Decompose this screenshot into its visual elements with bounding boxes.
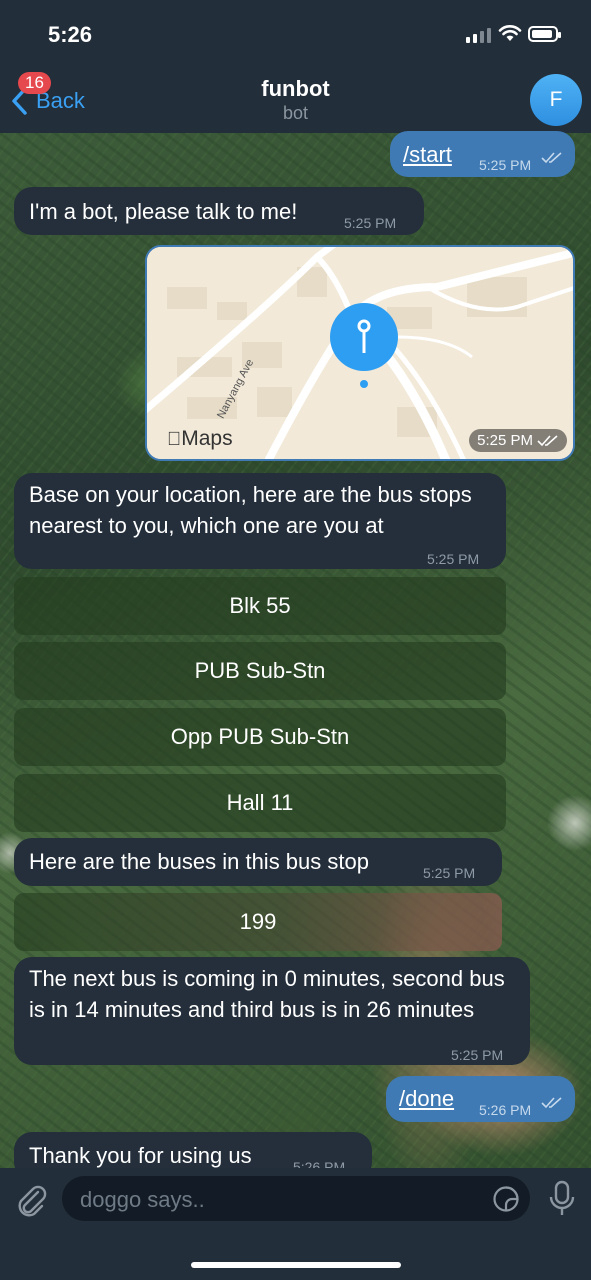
command-link[interactable]: /start — [403, 139, 452, 170]
message-text: The next bus is coming in 0 minutes, sec… — [29, 966, 505, 1022]
avatar[interactable]: F — [530, 74, 582, 126]
attachment-icon[interactable] — [14, 1182, 48, 1223]
message-time: 5:26 PM — [479, 1102, 532, 1118]
double-check-icon — [537, 434, 558, 446]
chat-subtitle: bot — [282, 103, 309, 123]
message-text: Thank you for using us — [29, 1143, 252, 1168]
bus-stop-button-opp-pub-sub-stn[interactable]: Opp PUB Sub-Stn — [14, 708, 506, 766]
maps-logo: Maps — [167, 427, 233, 450]
sticker-icon[interactable] — [492, 1185, 520, 1218]
command-link[interactable]: /done — [399, 1083, 454, 1114]
bus-stop-button-pub-sub-stn[interactable]: PUB Sub-Stn — [14, 642, 506, 700]
location-map[interactable]: Maps Nanyang Ave 5:25 PM — [145, 245, 575, 461]
message-text: Here are the buses in this bus stop — [29, 849, 369, 874]
status-bar: 5:26 — [0, 0, 591, 66]
bus-button-199[interactable]: 199 — [14, 893, 502, 951]
bus-stop-button-hall-11[interactable]: Hall 11 — [14, 774, 506, 832]
incoming-message[interactable]: Base on your location, here are the bus … — [14, 473, 506, 569]
chat-title[interactable]: funbot — [0, 76, 591, 102]
message-time: 5:25 PM — [344, 215, 397, 231]
message-time: 5:25 PM — [423, 865, 476, 881]
map-time-pill: 5:25 PM — [469, 429, 567, 452]
message-text: Base on your location, here are the bus … — [29, 482, 472, 538]
battery-icon — [528, 26, 561, 42]
double-check-icon — [541, 152, 562, 164]
message-time: 5:25 PM — [451, 1047, 504, 1063]
incoming-message[interactable]: The next bus is coming in 0 minutes, sec… — [14, 957, 530, 1065]
incoming-message[interactable]: I'm a bot, please talk to me! 5:25 PM — [14, 187, 424, 235]
bus-stop-button-blk-55[interactable]: Blk 55 — [14, 577, 506, 635]
message-text: I'm a bot, please talk to me! — [29, 199, 298, 224]
incoming-message[interactable]: Here are the buses in this bus stop 5:25… — [14, 838, 502, 886]
message-time: 5:25 PM — [477, 432, 533, 449]
status-time: 5:26 — [48, 22, 93, 47]
avatar-letter: F — [549, 88, 563, 111]
message-time: 5:25 PM — [479, 157, 532, 173]
message-field[interactable] — [62, 1176, 530, 1223]
cellular-signal-icon — [466, 28, 491, 43]
double-check-icon — [541, 1097, 562, 1109]
message-input[interactable] — [78, 1176, 482, 1223]
outgoing-message[interactable]: /start 5:25 PM — [390, 131, 575, 177]
chat-header: Back 16 funbot bot F — [0, 66, 591, 133]
microphone-icon[interactable] — [548, 1180, 576, 1223]
message-time: 5:25 PM — [427, 551, 480, 567]
home-indicator — [191, 1262, 401, 1268]
wifi-icon — [498, 24, 522, 47]
outgoing-message[interactable]: /done 5:26 PM — [386, 1076, 575, 1122]
